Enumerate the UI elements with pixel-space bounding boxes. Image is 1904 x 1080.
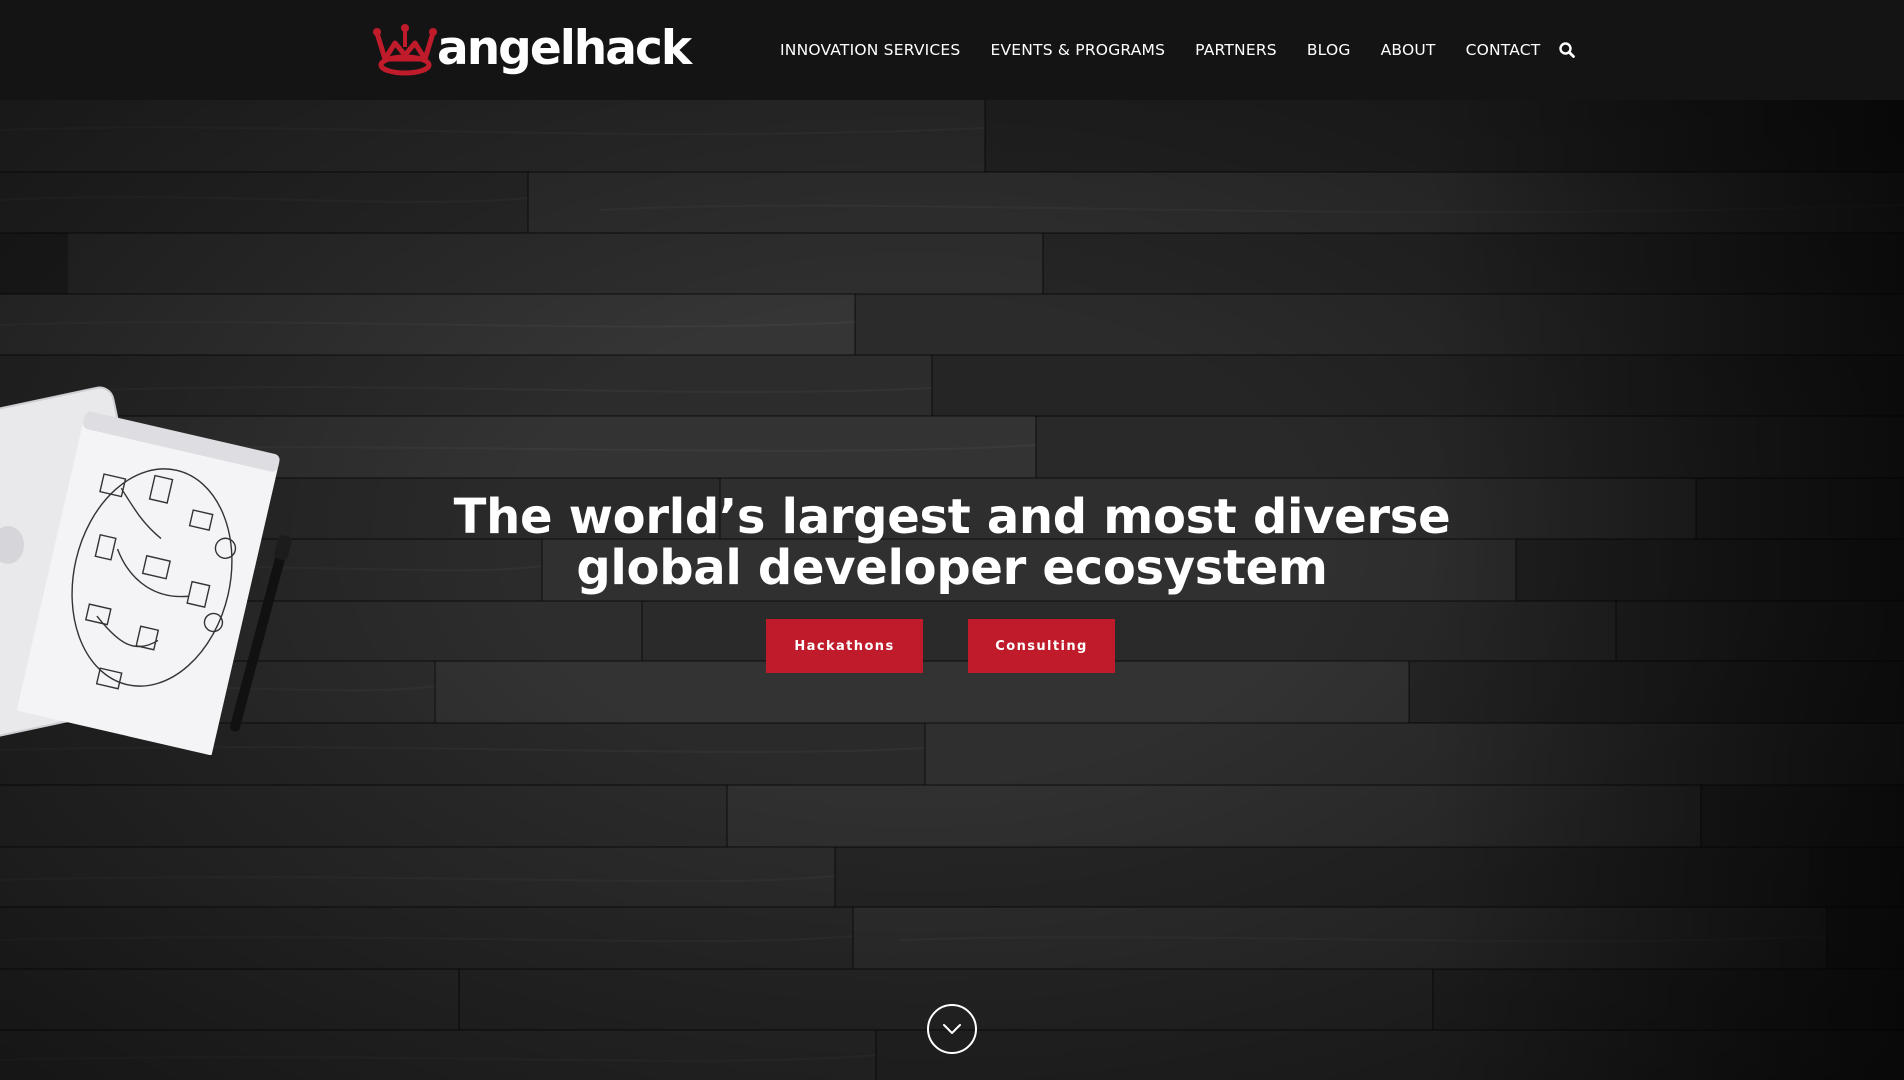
hackathons-button[interactable]: Hackathons (766, 619, 923, 673)
hero-title-line-2: global developer ecosystem (576, 540, 1328, 596)
search-icon[interactable] (1558, 41, 1576, 59)
hero-title-line-1: The world’s largest and most diverse (453, 489, 1451, 545)
logo-wordmark: angelhack (437, 20, 692, 76)
nav-item-partners[interactable]: PARTNERS (1195, 41, 1277, 59)
consulting-button[interactable]: Consulting (968, 619, 1115, 673)
hero-title: The world’s largest and most diverse glo… (0, 492, 1904, 594)
chevron-down-icon (943, 1024, 961, 1034)
nav-item-events-programs[interactable]: EVENTS & PROGRAMS (990, 41, 1165, 59)
site-header: angelhack INNOVATION SERVICES EVENTS & P… (0, 0, 1904, 100)
nav-item-blog[interactable]: BLOG (1307, 41, 1351, 59)
page: angelhack INNOVATION SERVICES EVENTS & P… (0, 0, 1904, 1080)
nav-item-innovation-services[interactable]: INNOVATION SERVICES (780, 41, 960, 59)
nav-item-about[interactable]: ABOUT (1381, 41, 1436, 59)
main-nav: INNOVATION SERVICES EVENTS & PROGRAMS PA… (780, 0, 1576, 100)
crown-icon (373, 24, 437, 76)
hero-section: The world’s largest and most diverse glo… (0, 100, 1904, 1080)
nav-item-contact[interactable]: CONTACT (1466, 41, 1541, 59)
angelhack-logo[interactable]: angelhack (371, 20, 692, 80)
scroll-down-button[interactable] (927, 1004, 977, 1054)
